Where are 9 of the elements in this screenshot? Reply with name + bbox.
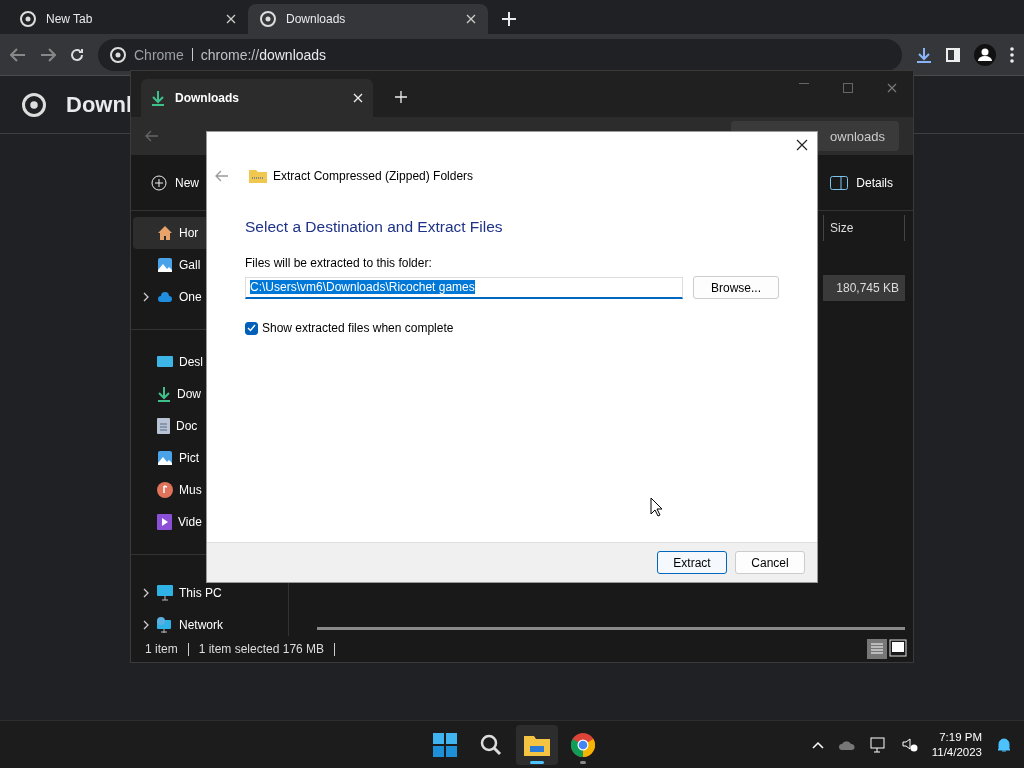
url-text: chrome://downloads: [200, 46, 327, 63]
dialog-heading: Select a Destination and Extract Files: [245, 218, 504, 236]
page-title: Downl: [66, 91, 132, 118]
site-label: Chrome: [134, 46, 184, 63]
status-text: 1 item selected 176 MB: [198, 642, 325, 656]
file-size-cell: 180,745 KB: [823, 275, 905, 301]
status-text: 1 item: [145, 642, 178, 656]
dialog-title: Extract Compressed (Zipped) Folders: [273, 169, 474, 183]
field-label: Files will be extracted to this folder:: [245, 256, 433, 270]
